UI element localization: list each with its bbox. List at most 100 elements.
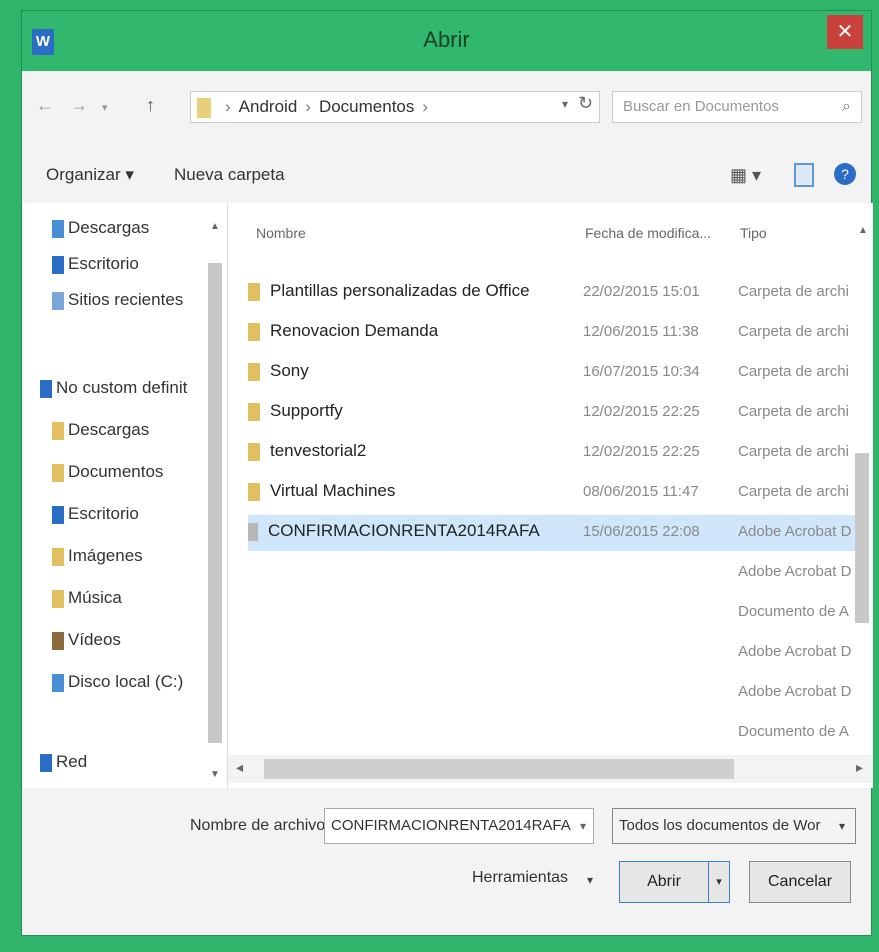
file-type: Adobe Acrobat D [738,523,852,540]
tools-menu[interactable]: Herramientas [472,869,568,887]
breadcrumb-android[interactable]: Android [239,97,298,116]
file-name: Plantillas personalizadas de Office [248,281,530,301]
new-folder-button[interactable]: Nueva carpeta [174,165,285,185]
cancel-button[interactable]: Cancelar [749,861,851,903]
sidebar-item-sitios-recientes[interactable]: Sitios recientes [52,285,227,315]
file-row[interactable]: Documento de A [248,715,858,751]
scroll-down-icon[interactable]: ▼ [210,769,220,780]
file-row[interactable]: Supportfy 12/02/2015 22:25 Carpeta de arch… [248,395,858,431]
open-button[interactable]: Abrir [619,861,709,903]
folder-icon [248,322,260,341]
scroll-right-icon[interactable]: ▸ [856,759,863,776]
folder-icon [248,282,260,301]
file-row[interactable]: Plantillas personalizadas de Office 22/02… [248,275,858,311]
open-file-dialog: W Abrir ✕ ← → ▾ ↑ › Android › Documentos › ▾… [21,10,873,936]
column-header-type[interactable]: Tipo [740,225,767,241]
refresh-icon[interactable]: ↻ [578,93,593,114]
view-options-icon[interactable]: ▦ ▾ [730,165,761,186]
file-list[interactable]: Nombre Fecha de modifica... Tipo ▲ Plant… [228,203,873,788]
search-input[interactable]: Buscar en Documentos ⌕ [612,91,862,123]
column-header-name[interactable]: Nombre [256,225,306,241]
file-type: Carpeta de archi [738,363,849,380]
file-row[interactable]: Virtual Machines 08/06/2015 11:47 Carpeta … [248,475,858,511]
file-row[interactable]: Sony 16/07/2015 10:34 Carpeta de archi [248,355,858,391]
chevron-right-icon: › [225,97,231,116]
scroll-up-icon[interactable]: ▲ [210,221,220,232]
scroll-left-icon[interactable]: ◂ [236,759,243,776]
breadcrumb-documentos[interactable]: Documentos [319,97,414,116]
file-row[interactable]: Renovacion Demanda 12/06/2015 11:38 Carpet… [248,315,858,351]
sidebar-item-musica[interactable]: Música [52,583,227,613]
sidebar-item-descargas[interactable]: Descargas [52,213,227,243]
preview-pane-icon[interactable] [794,163,814,187]
close-button[interactable]: ✕ [827,15,863,49]
search-icon[interactable]: ⌕ [842,92,851,122]
chevron-right-icon: › [422,97,429,116]
desktop-icon [52,505,64,524]
download-icon [52,219,64,238]
scroll-up-icon[interactable]: ▲ [858,225,868,236]
chevron-down-icon: ▾ [716,876,722,888]
file-row[interactable]: Documento de A [248,595,858,631]
file-row[interactable]: Adobe Acrobat D [248,555,858,591]
file-date: 22/02/2015 15:01 [583,283,700,300]
file-date: 12/06/2015 11:38 [583,323,699,340]
recent-locations-icon[interactable]: ▾ [102,101,108,114]
forward-icon[interactable]: → [70,95,88,116]
sidebar-item-this-pc[interactable]: No custom definit [40,373,215,403]
filter-dropdown-icon[interactable]: ▾ [839,819,845,833]
file-date: 12/02/2015 22:25 [583,403,700,420]
file-date: 16/07/2015 10:34 [583,363,700,380]
computer-icon [40,379,52,398]
back-icon[interactable]: ← [36,95,54,116]
sidebar-item-descargas-pc[interactable]: Descargas [52,415,227,445]
help-icon[interactable]: ? [834,163,856,185]
file-name: Supportfy [248,401,343,421]
filename-dropdown-icon[interactable]: ▾ [580,819,586,833]
sidebar-item-escritorio-pc[interactable]: Escritorio [52,499,227,529]
sidebar-scrollbar-thumb[interactable] [208,263,222,743]
file-type-filter[interactable]: Todos los documentos de Wor [612,808,856,844]
up-icon[interactable]: ↑ [146,95,155,116]
file-name-text: Supportfy [270,401,343,420]
file-row-selected[interactable]: CONFIRMACIONRENTA2014RAFA 15/06/2015 22:0… [248,515,858,551]
sidebar-item-videos[interactable]: Vídeos [52,625,227,655]
file-type: Carpeta de archi [738,283,849,300]
file-name-text: Sony [270,361,309,380]
address-bar[interactable]: › Android › Documentos › [190,91,600,123]
tools-dropdown-icon[interactable]: ▾ [587,873,593,887]
sidebar-item-disco-local[interactable]: Disco local (C:) [52,667,227,697]
command-toolbar: Organizar ▾ Nueva carpeta ▦ ▾ ? [22,143,871,204]
navigation-pane[interactable]: Descargas Escritorio Sitios recientes No… [22,203,228,788]
recent-icon [52,291,64,310]
sidebar-item-imagenes[interactable]: Imágenes [52,541,227,571]
organize-button[interactable]: Organizar ▾ [46,165,134,185]
file-row[interactable]: Adobe Acrobat D [248,675,858,711]
file-row[interactable]: Adobe Acrobat D [248,635,858,671]
sidebar-item-escritorio[interactable]: Escritorio [52,249,227,279]
address-dropdown-icon[interactable]: ▾ [562,97,568,111]
file-date: 12/02/2015 22:25 [583,443,700,460]
title-bar[interactable]: W Abrir ✕ [22,11,871,71]
file-type: Carpeta de archi [738,403,849,420]
sidebar-item-documentos[interactable]: Documentos [52,457,227,487]
file-date: 08/06/2015 11:47 [583,483,699,500]
file-list-scrollbar-thumb[interactable] [855,453,869,623]
file-type: Carpeta de archi [738,483,849,500]
documents-icon [52,463,64,482]
filename-input[interactable]: CONFIRMACIONRENTA2014RAFA [324,808,594,844]
horizontal-scrollbar[interactable]: ◂ ▸ [228,755,873,783]
file-type: Carpeta de archi [738,323,849,340]
open-options-dropdown[interactable]: ▾ [708,861,730,903]
sidebar-item-red[interactable]: Red [40,747,215,777]
horizontal-scrollbar-thumb[interactable] [264,759,734,779]
desktop-background: W Abrir ✕ ← → ▾ ↑ › Android › Documentos › ▾… [0,0,879,952]
file-row[interactable]: tenvestorial2 12/02/2015 22:25 Carpeta de … [248,435,858,471]
videos-icon [52,631,64,650]
download-icon [52,421,64,440]
folder-icon [248,402,260,421]
file-name-text: Plantillas personalizadas de Office [270,281,530,300]
column-header-date[interactable]: Fecha de modifica... [585,225,711,241]
file-name: CONFIRMACIONRENTA2014RAFA [248,521,540,541]
close-icon: ✕ [836,21,854,43]
